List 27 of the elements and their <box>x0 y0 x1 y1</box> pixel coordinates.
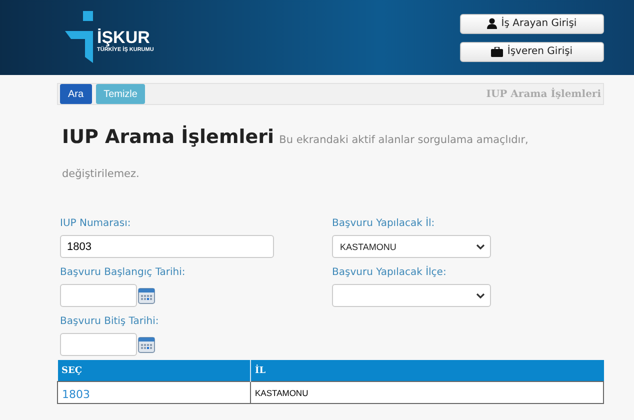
chevron-icon <box>476 244 485 250</box>
field-label: Başvuru Başlangıç Tarihi: <box>60 267 186 278</box>
briefcase-icon <box>491 46 504 56</box>
calendar-icon[interactable] <box>138 336 155 353</box>
person-icon <box>487 18 498 29</box>
page-heading: IUP Arama İşlemleri Bu ekrandaki aktif alanlar sorgulama amaçlıdır, değiştirilemez. <box>62 124 530 182</box>
select-field[interactable]: KASTAMONU <box>332 235 491 258</box>
chevron-icon <box>476 292 485 298</box>
select-field[interactable] <box>332 284 491 307</box>
column-header: SEÇ <box>58 360 250 382</box>
calendar-icon[interactable] <box>138 287 155 304</box>
row-link[interactable]: 1803 <box>62 388 90 401</box>
field-label: Başvuru Yapılacak İl: <box>332 218 436 229</box>
login-button[interactable]: İş Arayan Girişi <box>460 14 604 34</box>
logo-icon <box>65 10 93 62</box>
field-label: IUP Numarası: <box>60 218 132 229</box>
field-label: Başvuru Bitiş Tarihi: <box>60 316 160 327</box>
search-button[interactable]: Ara <box>60 84 92 104</box>
date-field[interactable] <box>60 333 137 356</box>
logo-name: İŞKUR <box>97 28 151 46</box>
login-button[interactable]: İşveren Girişi <box>460 42 604 62</box>
field-label: Başvuru Yapılacak İlçe: <box>332 267 448 278</box>
date-field[interactable] <box>60 284 137 307</box>
toolbar-title: IUP Arama İşlemleri <box>486 88 602 100</box>
input-field[interactable]: 1803 <box>60 235 274 258</box>
table-cell: KASTAMONU <box>250 382 604 404</box>
column-header: İL <box>250 360 604 382</box>
